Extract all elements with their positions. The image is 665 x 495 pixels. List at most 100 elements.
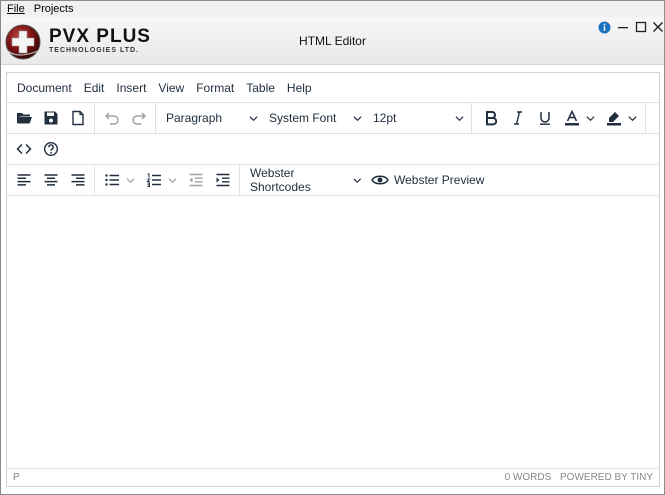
bullet-list-dropdown[interactable] — [125, 167, 135, 193]
minimize-button[interactable] — [615, 19, 631, 35]
editor-menu-table[interactable]: Table — [246, 81, 275, 95]
highlight-dropdown[interactable] — [627, 105, 637, 131]
bullet-list-icon — [104, 174, 119, 186]
editor-menubar: Document Edit Insert View Format Table H… — [7, 73, 659, 103]
save-button[interactable] — [37, 105, 64, 131]
editor-menu-view[interactable]: View — [158, 81, 184, 95]
alignment-group — [7, 165, 95, 195]
maximize-button[interactable] — [633, 19, 649, 35]
align-right-icon — [71, 174, 84, 186]
font-family-select[interactable]: System Font — [262, 105, 366, 131]
text-color-button[interactable] — [558, 105, 585, 131]
list-group — [95, 165, 240, 195]
brand-subtitle: TECHNOLOGIES LTD. — [49, 47, 139, 54]
webster-shortcodes-select[interactable]: Webster Shortcodes — [243, 166, 365, 194]
maximize-icon — [635, 21, 647, 33]
webster-shortcodes-label: Webster Shortcodes — [250, 166, 311, 194]
align-left-icon — [17, 174, 30, 186]
chevron-down-icon — [125, 177, 135, 183]
underline-button[interactable] — [531, 105, 558, 131]
editor-menu-insert[interactable]: Insert — [116, 81, 146, 95]
text-color-dropdown[interactable] — [585, 105, 595, 131]
numbered-list-dropdown[interactable] — [167, 167, 177, 193]
indent-button[interactable] — [209, 167, 236, 193]
toolbar-row-3: Webster Shortcodes Webster Preview — [7, 165, 659, 196]
numbered-list-icon — [145, 173, 161, 187]
toolbar-row-1: Paragraph System Font 12pt — [7, 103, 659, 134]
webster-preview-label: Webster Preview — [394, 173, 485, 187]
outdent-icon — [189, 173, 202, 187]
text-style-group — [472, 103, 646, 133]
format-select-group: Paragraph System Font 12pt — [156, 103, 472, 133]
menu-projects[interactable]: Projects — [34, 3, 74, 15]
new-document-button[interactable] — [64, 105, 91, 131]
highlight-icon — [606, 112, 621, 126]
toolbar-row-2 — [7, 134, 659, 165]
text-color-icon — [564, 110, 579, 126]
webster-preview-button[interactable]: Webster Preview — [365, 167, 488, 193]
align-center-icon — [44, 174, 57, 186]
file-group — [7, 103, 95, 133]
source-code-button[interactable] — [10, 136, 37, 162]
word-count[interactable]: 0 WORDS — [505, 472, 552, 483]
indent-icon — [216, 173, 229, 187]
help-button[interactable] — [37, 136, 64, 162]
tools-group — [7, 134, 67, 164]
application-window: File Projects PVX PLUS TECHNOLOGIES LTD.… — [0, 0, 665, 495]
numbered-list-button[interactable] — [140, 167, 167, 193]
italic-icon — [513, 111, 522, 125]
undo-icon — [104, 112, 119, 125]
info-icon — [598, 21, 610, 33]
editor-menu-format[interactable]: Format — [196, 81, 234, 95]
history-group — [95, 103, 156, 133]
redo-icon — [131, 112, 146, 125]
highlight-button[interactable] — [600, 105, 627, 131]
powered-by-link[interactable]: POWERED BY TINY — [560, 472, 653, 483]
redo-button[interactable] — [125, 105, 152, 131]
element-path[interactable]: P — [13, 472, 20, 483]
block-format-value: Paragraph — [166, 111, 223, 125]
bold-icon — [485, 111, 497, 126]
editor-statusbar: P 0 WORDS POWERED BY TINY — [7, 468, 659, 486]
editor-menu-help[interactable]: Help — [287, 81, 312, 95]
editor-menu-edit[interactable]: Edit — [84, 81, 105, 95]
info-button[interactable] — [596, 19, 612, 35]
chevron-down-icon — [585, 115, 595, 121]
editor-content-area[interactable] — [7, 197, 659, 469]
chevron-down-icon — [455, 115, 464, 121]
block-format-select[interactable]: Paragraph — [159, 105, 262, 131]
open-button[interactable] — [10, 105, 37, 131]
source-code-icon — [15, 143, 32, 155]
editor-menu-document[interactable]: Document — [17, 81, 72, 95]
close-button[interactable] — [650, 19, 665, 35]
webster-group: Webster Shortcodes Webster Preview — [240, 165, 491, 195]
undo-button[interactable] — [98, 105, 125, 131]
window-title: HTML Editor — [299, 34, 366, 48]
html-editor: Document Edit Insert View Format Table H… — [6, 72, 660, 487]
chevron-down-icon — [627, 115, 637, 121]
help-icon — [43, 141, 58, 157]
app-menubar: File Projects — [1, 1, 664, 17]
font-size-value: 12pt — [373, 111, 397, 125]
chevron-down-icon — [249, 115, 258, 121]
bold-button[interactable] — [477, 105, 504, 131]
italic-button[interactable] — [504, 105, 531, 131]
outdent-button[interactable] — [182, 167, 209, 193]
font-size-select[interactable]: 12pt — [366, 105, 468, 131]
chevron-down-icon — [167, 177, 177, 183]
open-folder-icon — [16, 113, 32, 124]
underline-icon — [539, 112, 550, 125]
chevron-down-icon — [352, 177, 361, 183]
new-document-icon — [71, 110, 84, 126]
menu-file[interactable]: File — [7, 3, 25, 15]
align-left-button[interactable] — [10, 167, 37, 193]
align-right-button[interactable] — [64, 167, 91, 193]
align-center-button[interactable] — [37, 167, 64, 193]
font-family-value: System Font — [269, 111, 337, 125]
chevron-down-icon — [353, 115, 362, 121]
statusbar-right: 0 WORDS POWERED BY TINY — [499, 472, 653, 483]
bullet-list-button[interactable] — [98, 167, 125, 193]
minimize-icon — [618, 27, 628, 29]
header: PVX PLUS TECHNOLOGIES LTD. HTML Editor — [1, 17, 664, 65]
eye-icon — [371, 175, 389, 185]
